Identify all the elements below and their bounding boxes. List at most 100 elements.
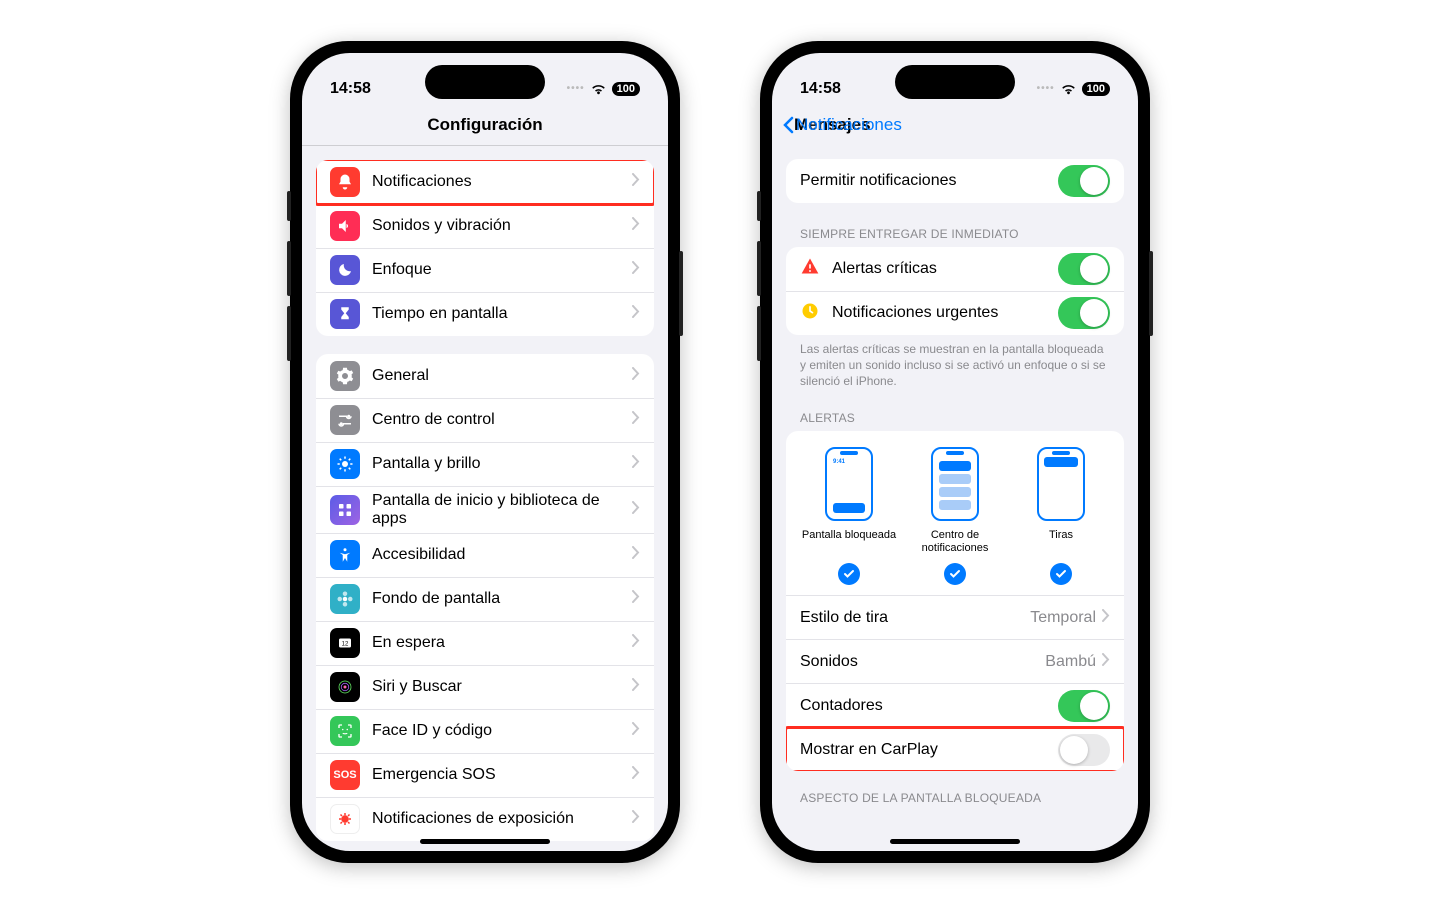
home-indicator[interactable]: [890, 839, 1020, 844]
grid-icon: [330, 495, 360, 525]
warning-icon: [800, 256, 820, 281]
svg-text:12: 12: [342, 641, 349, 647]
chevron-right-icon: [632, 261, 640, 279]
home-indicator[interactable]: [420, 839, 550, 844]
dynamic-island: [895, 65, 1015, 99]
section-footer-immediate: Las alertas críticas se muestran en la p…: [772, 335, 1138, 396]
row-label: Notificaciones: [372, 173, 632, 191]
navbar: Configuración: [302, 107, 668, 146]
row-banner-style[interactable]: Estilo de tira Temporal: [786, 595, 1124, 639]
row-sounds[interactable]: Sonidos Bambú: [786, 639, 1124, 683]
phone-right: 14:58 •••• 100 Notificaciones Mensajes P…: [760, 41, 1150, 863]
chevron-right-icon: [632, 501, 640, 519]
row-sos[interactable]: SOS Emergencia SOS: [316, 753, 654, 797]
alert-option-lockscreen[interactable]: 9:41 Pantalla bloqueada: [797, 447, 902, 585]
row-label: Sonidos y vibración: [372, 217, 632, 235]
moon-icon: [330, 255, 360, 285]
toggle-allow[interactable]: [1058, 165, 1110, 197]
row-value: Temporal: [1030, 609, 1096, 627]
phone-left: 14:58 •••• 100 Configuración Notificacio…: [290, 41, 680, 863]
row-display[interactable]: Pantalla y brillo: [316, 442, 654, 486]
row-label: Permitir notificaciones: [800, 172, 1058, 190]
person-icon: [330, 540, 360, 570]
row-wallpaper[interactable]: Fondo de pantalla: [316, 577, 654, 621]
row-exposure[interactable]: Notificaciones de exposición: [316, 797, 654, 841]
chevron-right-icon: [632, 411, 640, 429]
row-label: Siri y Buscar: [372, 678, 632, 696]
row-label: Pantalla de inicio y biblioteca de apps: [372, 492, 632, 528]
chevron-right-icon: [632, 766, 640, 784]
virus-icon: [330, 804, 360, 834]
row-label: Face ID y código: [372, 722, 632, 740]
row-faceid[interactable]: Face ID y código: [316, 709, 654, 753]
wifi-icon: [590, 83, 607, 95]
cellular-icon: ••••: [1037, 83, 1055, 94]
row-notifications[interactable]: Notificaciones: [316, 160, 654, 204]
check-icon: [944, 563, 966, 585]
clock-icon: 12: [330, 628, 360, 658]
row-focus[interactable]: Enfoque: [316, 248, 654, 292]
chevron-right-icon: [632, 305, 640, 323]
back-label: Notificaciones: [796, 115, 902, 135]
row-control-center[interactable]: Centro de control: [316, 398, 654, 442]
hourglass-icon: [330, 299, 360, 329]
row-label: Pantalla y brillo: [372, 455, 632, 473]
row-allow-notifications[interactable]: Permitir notificaciones: [786, 159, 1124, 203]
alert-option-center[interactable]: Centro de notificaciones: [903, 447, 1008, 585]
alert-label: Tiras: [1049, 529, 1073, 555]
chevron-right-icon: [632, 173, 640, 191]
battery-icon: 100: [612, 82, 640, 96]
faceid-icon: [330, 716, 360, 746]
row-label: Accesibilidad: [372, 546, 632, 564]
row-home-screen[interactable]: Pantalla de inicio y biblioteca de apps: [316, 486, 654, 533]
notification-settings[interactable]: Permitir notificaciones SIEMPRE ENTREGAR…: [772, 145, 1138, 845]
row-label: En espera: [372, 634, 632, 652]
settings-list[interactable]: Notificaciones Sonidos y vibración Enfoq…: [302, 146, 668, 846]
sliders-icon: [330, 405, 360, 435]
bell-icon: [330, 167, 360, 197]
settings-group-1: Notificaciones Sonidos y vibración Enfoq…: [316, 160, 654, 336]
row-label: Mostrar en CarPlay: [800, 741, 1058, 759]
row-label: Centro de control: [372, 411, 632, 429]
row-standby[interactable]: 12 En espera: [316, 621, 654, 665]
toggle-badges[interactable]: [1058, 690, 1110, 722]
section-header-immediate: SIEMPRE ENTREGAR DE INMEDIATO: [772, 221, 1138, 247]
row-accessibility[interactable]: Accesibilidad: [316, 533, 654, 577]
settings-group-2: General Centro de control Pantalla y bri…: [316, 354, 654, 841]
row-label: Sonidos: [800, 653, 1045, 671]
alert-option-banner[interactable]: Tiras: [1009, 447, 1114, 585]
chevron-right-icon: [1102, 653, 1110, 671]
group-alerts: 9:41 Pantalla bloqueada Centro de notifi…: [786, 431, 1124, 771]
row-sounds[interactable]: Sonidos y vibración: [316, 204, 654, 248]
toggle-carplay[interactable]: [1058, 734, 1110, 766]
row-label: Tiempo en pantalla: [372, 305, 632, 323]
wifi-icon: [1060, 83, 1077, 95]
battery-icon: 100: [1082, 82, 1110, 96]
row-label: Fondo de pantalla: [372, 590, 632, 608]
check-icon: [1050, 563, 1072, 585]
row-critical-alerts[interactable]: Alertas críticas: [786, 247, 1124, 291]
chevron-right-icon: [632, 367, 640, 385]
status-time: 14:58: [330, 80, 371, 98]
dynamic-island: [425, 65, 545, 99]
toggle-critical[interactable]: [1058, 253, 1110, 285]
row-label: Estilo de tira: [800, 609, 1030, 627]
chevron-right-icon: [632, 217, 640, 235]
row-label: Notificaciones urgentes: [832, 304, 1058, 322]
row-carplay[interactable]: Mostrar en CarPlay: [786, 727, 1124, 771]
row-screentime[interactable]: Tiempo en pantalla: [316, 292, 654, 336]
toggle-urgent[interactable]: [1058, 297, 1110, 329]
chevron-right-icon: [632, 455, 640, 473]
row-general[interactable]: General: [316, 354, 654, 398]
row-badges[interactable]: Contadores: [786, 683, 1124, 727]
group-allow: Permitir notificaciones: [786, 159, 1124, 203]
chevron-right-icon: [632, 722, 640, 740]
row-urgent[interactable]: Notificaciones urgentes: [786, 291, 1124, 335]
row-siri[interactable]: Siri y Buscar: [316, 665, 654, 709]
row-label: Enfoque: [372, 261, 632, 279]
sun-icon: [330, 449, 360, 479]
back-button[interactable]: Notificaciones: [782, 115, 902, 135]
row-label: Notificaciones de exposición: [372, 810, 632, 828]
chevron-right-icon: [632, 546, 640, 564]
page-title: Configuración: [427, 115, 542, 135]
